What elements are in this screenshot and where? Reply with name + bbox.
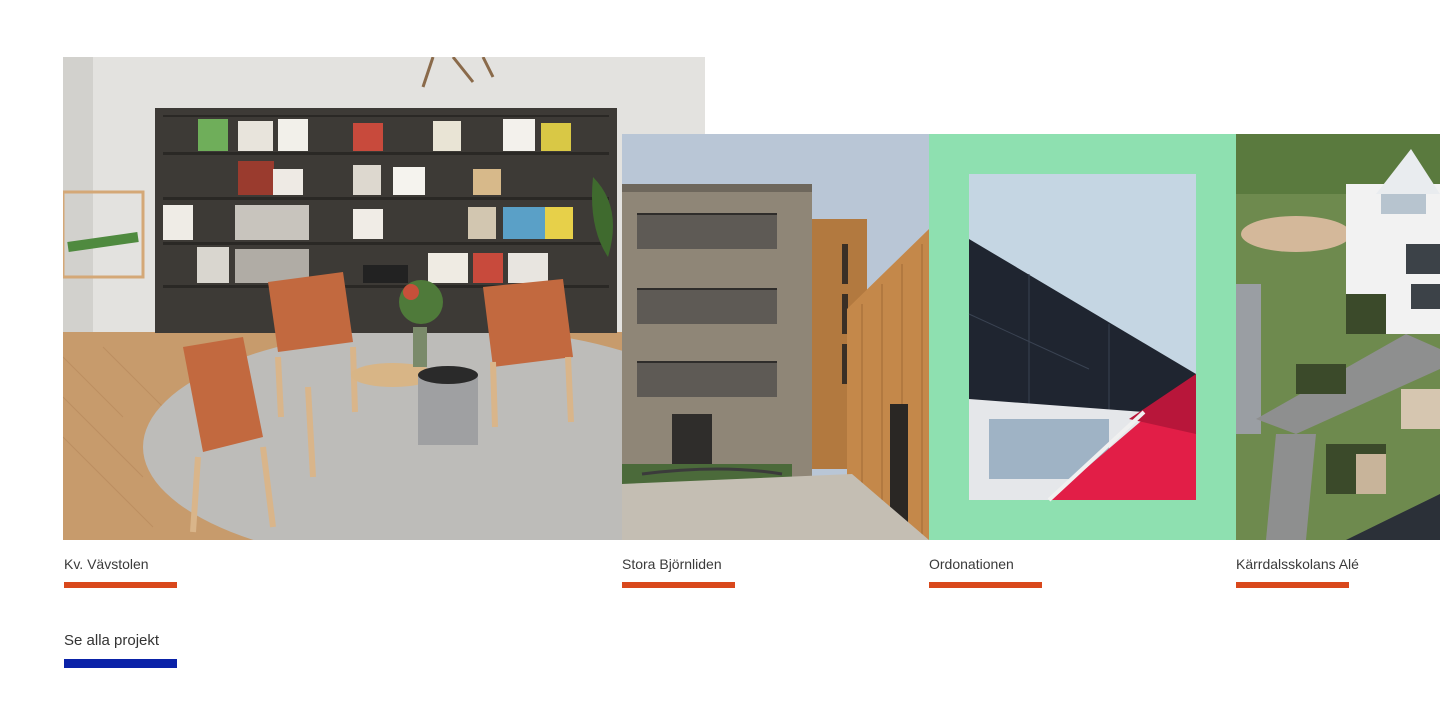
- living-room-photo[interactable]: [63, 57, 705, 540]
- project-title[interactable]: Stora Björnliden: [622, 556, 722, 572]
- see-all-projects-link[interactable]: Se alla projekt: [64, 632, 159, 649]
- project-title[interactable]: Kärrdalsskolans Alé: [1236, 556, 1359, 572]
- facade-detail-photo[interactable]: [929, 134, 1236, 540]
- project-underline: [1236, 582, 1349, 588]
- project-underline: [64, 582, 177, 588]
- apartment-building-photo[interactable]: [622, 134, 929, 540]
- project-title[interactable]: Kv. Vävstolen: [64, 556, 149, 572]
- project-underline: [929, 582, 1042, 588]
- school-courtyard-aerial-photo[interactable]: [1236, 134, 1440, 540]
- project-title[interactable]: Ordonationen: [929, 556, 1014, 572]
- see-all-underline: [64, 659, 177, 668]
- project-underline: [622, 582, 735, 588]
